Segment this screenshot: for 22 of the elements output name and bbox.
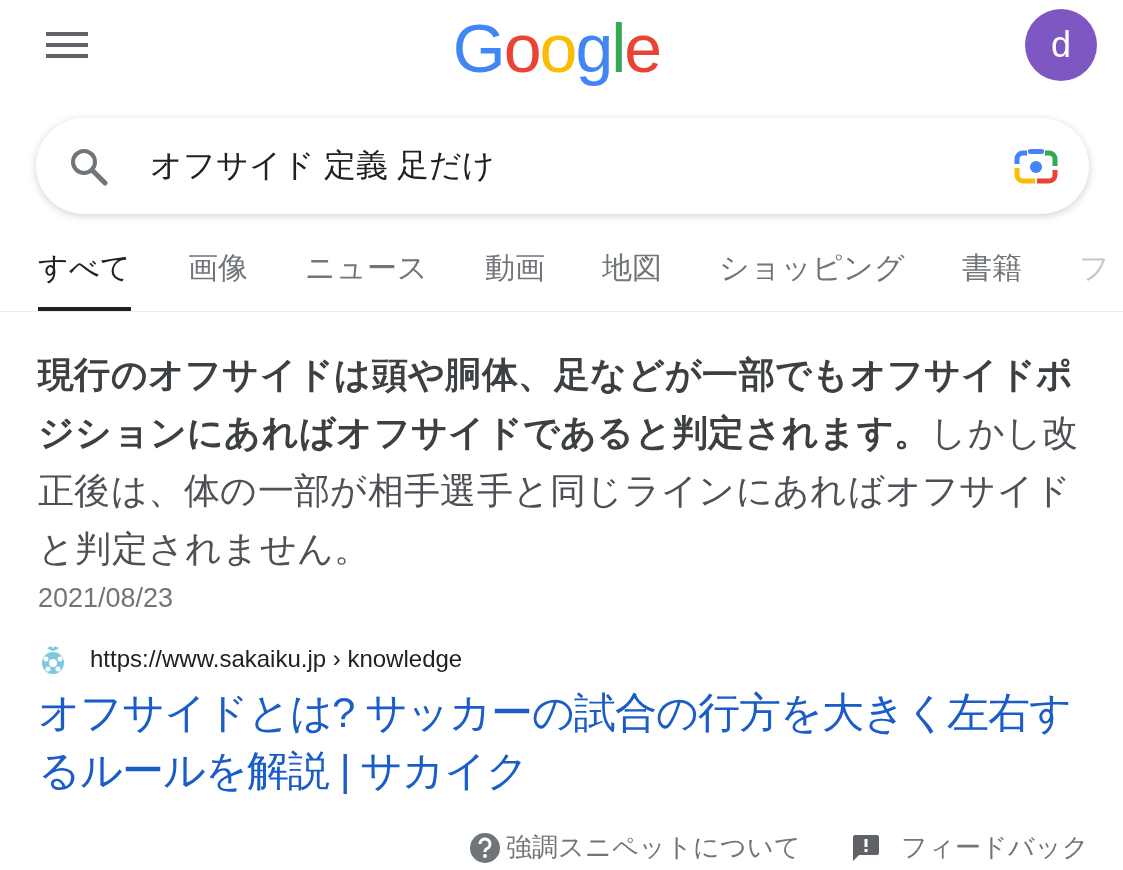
search-field[interactable]: オフサイド 定義 足だけ (150, 147, 971, 185)
tab[interactable]: 書籍 (962, 248, 1022, 311)
tab[interactable]: 動画 (485, 248, 545, 311)
avatar-button[interactable]: d (1025, 9, 1097, 81)
snippet-text: 現行のオフサイドは頭や胴体、足などが一部でもオフサイドポジションにあればオフサイドであると判定されます。しかし改正後は、体の一部が相手選手と同じラインにあればオフサイドと判定されません。 (38, 353, 1080, 571)
tab[interactable]: ショッピング (719, 248, 905, 311)
tab[interactable]: すべて (38, 248, 131, 311)
google-logo[interactable]: Google (452, 9, 661, 87)
menu-icon (46, 30, 88, 60)
tab[interactable]: 地図 (602, 248, 662, 311)
result-title-link[interactable]: オフサイドとは? サッカーの試合の行方を大きく左右するルールを解説 | サカイク (38, 684, 1089, 800)
result-url[interactable]: https://www.sakaiku.jp › knowledge (90, 645, 463, 673)
camera-icon (1013, 146, 1059, 186)
help-icon (470, 832, 500, 863)
result-date: 2021/08/23 (38, 582, 175, 615)
about-link[interactable]: 強調スニペットについて (470, 830, 801, 865)
menu-button[interactable] (46, 30, 88, 60)
feedback-link[interactable]: フィードバック (853, 830, 1089, 865)
search-icon (68, 146, 108, 186)
feedback-icon (853, 834, 879, 861)
tab[interactable]: ニュース (305, 248, 428, 311)
tab[interactable]: 画像 (188, 248, 248, 311)
